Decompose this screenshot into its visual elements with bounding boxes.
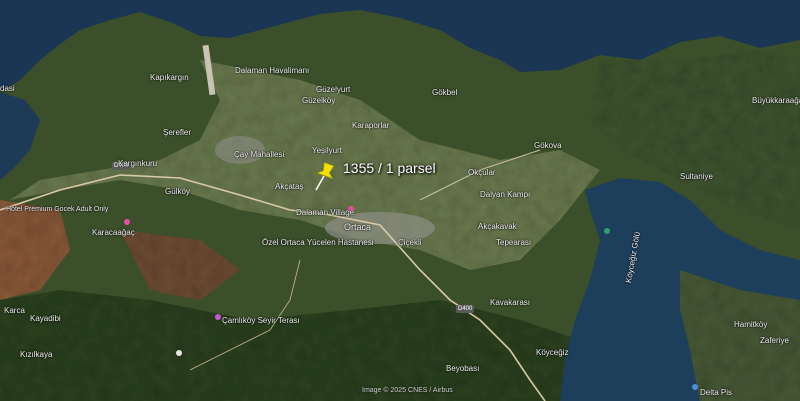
label-ortaca: Ortaca xyxy=(344,222,372,232)
label-akcatas: Akçataş xyxy=(275,182,304,191)
label-airport: Dalaman Havalimanı xyxy=(235,66,310,75)
label-delta-pis: Delta Pis xyxy=(700,388,733,397)
label-gokova: Gökova xyxy=(534,141,562,150)
label-zaferiye: Zaferiye xyxy=(760,336,789,345)
label-karca: Karca xyxy=(4,306,25,315)
poi-blue-dot[interactable] xyxy=(692,384,698,390)
label-dasi: dasi xyxy=(0,84,15,93)
label-buyukkaraagac: Büyükkaraağaç xyxy=(752,96,800,105)
poi-pink-dot[interactable] xyxy=(124,219,130,225)
poi-green-dot[interactable] xyxy=(604,228,610,234)
label-beyobasi: Beyobası xyxy=(446,364,480,373)
label-serefler: Şerefler xyxy=(163,128,192,137)
label-koycegiz: Köyceğiz xyxy=(536,348,569,357)
label-okcular: Okçular xyxy=(468,168,496,177)
label-camlikoy: Çamlıköy Seyir Terası xyxy=(222,316,300,325)
label-cicekli: Çiçekli xyxy=(398,238,422,247)
label-dalaman-village: Dalaman Village xyxy=(296,208,355,217)
label-sultaniye: Sultaniye xyxy=(680,172,713,181)
label-kayadibi: Kayadibi xyxy=(30,314,61,323)
label-dalyan-kampi: Dalyan Kampı xyxy=(480,190,531,199)
poi-viewpoint-dot[interactable] xyxy=(215,314,221,320)
label-cay-mahallesi: Çay Mahallesi xyxy=(234,150,285,159)
label-yesilyurt: Yeşilyurt xyxy=(312,146,342,155)
label-kapikargin: Kapıkargın xyxy=(150,73,189,82)
label-gulkoy: Gülköy xyxy=(165,187,190,196)
label-karacaagac: Karacaağaç xyxy=(92,228,135,237)
label-hospital: Özel Ortaca Yücelen Hastanesi xyxy=(262,238,374,247)
imagery-credit: Image © 2025 CNES / Airbus xyxy=(362,387,453,394)
label-kavakarasi: Kavakarası xyxy=(490,298,531,307)
satellite-map[interactable]: 1355 / 1 parsel D400 D400 Kapıkargın Dal… xyxy=(0,0,800,401)
label-guzelyurt: Güzelyurt xyxy=(316,85,351,94)
parcel-label: 1355 / 1 parsel xyxy=(343,160,436,176)
label-tepearasi: Tepearası xyxy=(496,238,532,247)
label-kizilkaya: Kızılkaya xyxy=(20,350,53,359)
label-gokbel: Gökbel xyxy=(432,88,458,97)
road-shield-d400-south: D400 xyxy=(456,305,475,313)
label-guzelkoy: Güzelköy xyxy=(302,96,336,105)
label-kargınkuru: Kargınkuru xyxy=(118,159,158,168)
label-akcakavak: Akçakavak xyxy=(478,222,517,231)
label-hotel-premium: Hotel Premium Gocek Adult Only xyxy=(6,206,109,213)
poi-white-dot[interactable] xyxy=(176,350,182,356)
terrain-layer xyxy=(0,0,800,401)
label-karaporlar: Karaporlar xyxy=(352,121,390,130)
label-hamitkoy: Hamitköy xyxy=(734,320,768,329)
yellow-pushpin-icon[interactable] xyxy=(310,160,340,192)
